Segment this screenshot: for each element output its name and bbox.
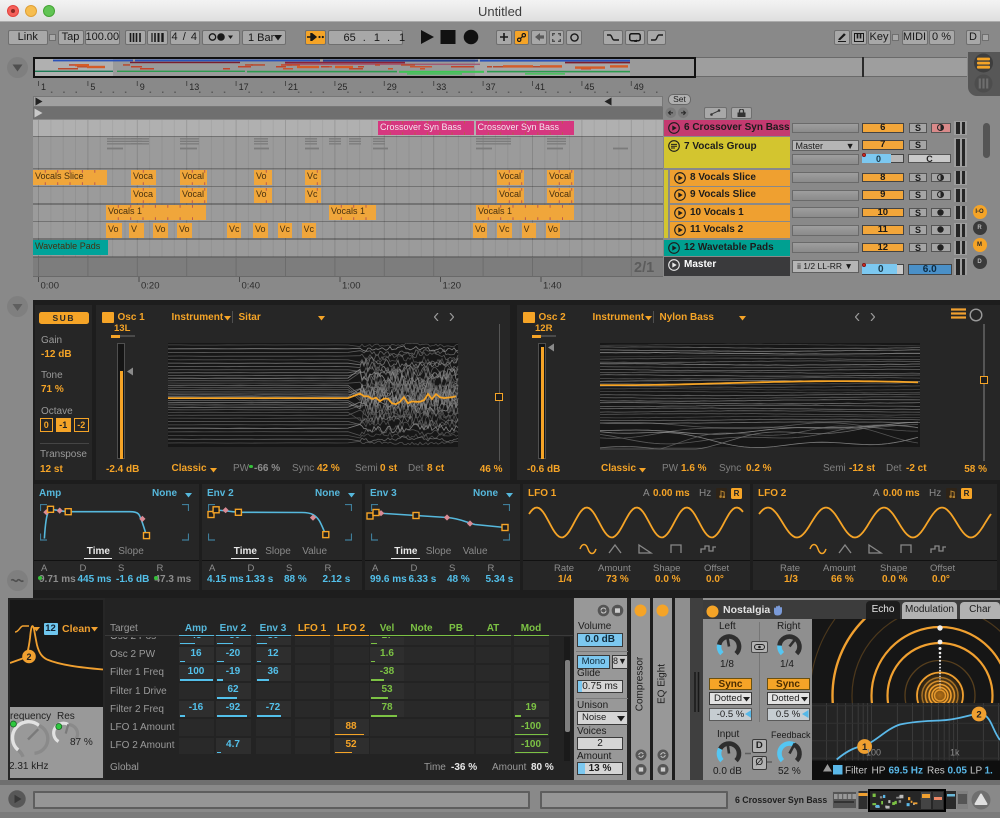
svg-text:69.5 Hz: 69.5 Hz (889, 765, 923, 776)
svg-text:Res: Res (927, 765, 945, 776)
svg-text:2: 2 (976, 709, 981, 720)
svg-text:1k: 1k (950, 747, 960, 757)
svg-text:LP: LP (970, 765, 983, 776)
svg-text:1.: 1. (985, 765, 994, 776)
svg-text:Filter: Filter (845, 765, 868, 776)
svg-text:HP: HP (872, 765, 886, 776)
svg-text:0.05: 0.05 (948, 765, 968, 776)
svg-text:100: 100 (866, 747, 881, 757)
svg-text:2: 2 (26, 652, 31, 662)
